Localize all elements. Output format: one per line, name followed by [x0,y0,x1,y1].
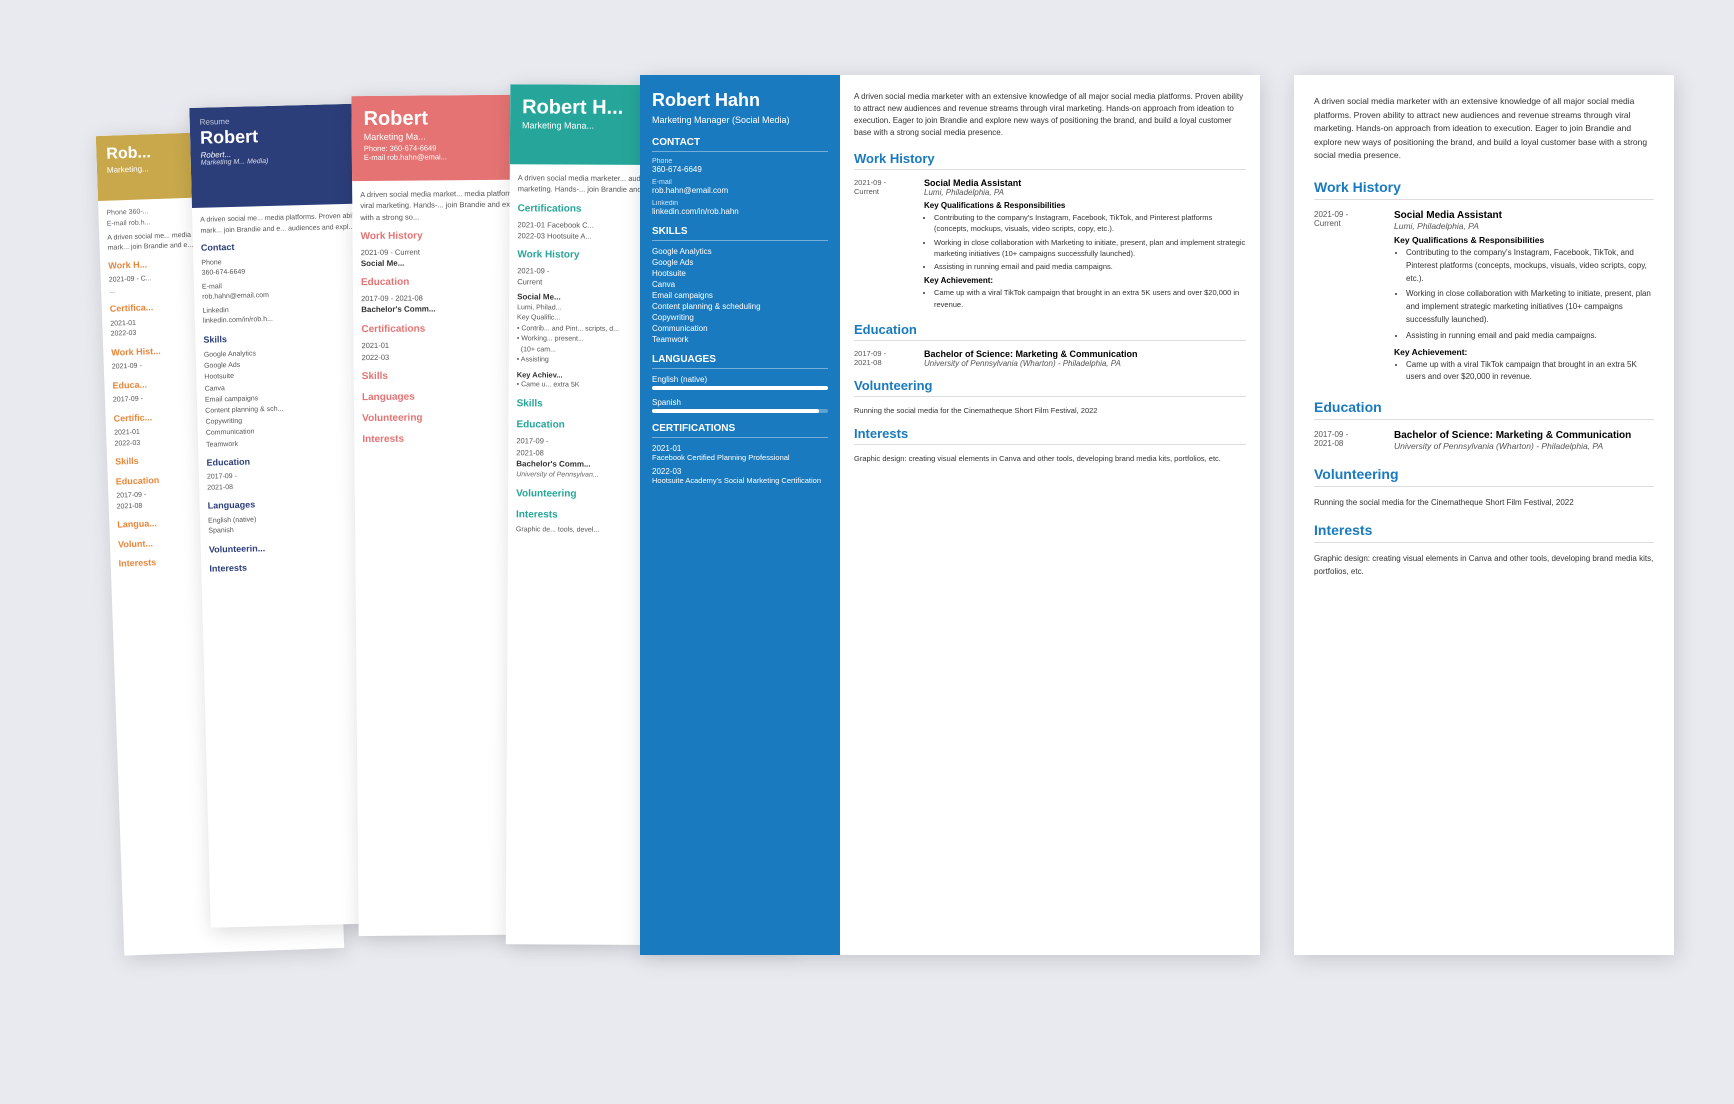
resume-main-content: A driven social media marketer with an e… [840,75,1260,955]
right-achievements: Came up with a viral TikTok campaign tha… [1394,359,1654,385]
responsibilities-list: Contributing to the company's Instagram,… [924,212,1246,272]
language-spanish: Spanish [652,398,828,413]
job-company-1: Lumi, Philadelphia, PA [924,188,1246,197]
right-school: University of Pennsylvania (Wharton) - P… [1394,441,1654,451]
cert-facebook: 2021-01 Facebook Certified Planning Prof… [652,444,828,462]
sidebar-skills-title: Skills [652,226,828,241]
sidebar-linkedin: Linkedin linkedin.com/in/rob.hahn [652,200,828,216]
right-responsibilities: Contributing to the company's Instagram,… [1394,247,1654,343]
sidebar-certifications-title: Certifications [652,423,828,438]
right-workhistory-title: Work History [1314,179,1654,200]
volunteering-description: Running the social media for the Cinemat… [854,405,1246,416]
cert-hootsuite: 2022-03 Hootsuite Academy's Social Marke… [652,467,828,485]
workhistory-title: Work History [854,151,1246,170]
sidebar-phone: Phone 360-674-6649 [652,158,828,174]
right-interests-desc: Graphic design: creating visual elements… [1314,553,1654,579]
interests-title: Interests [854,426,1246,445]
resume-sidebar: Robert Hahn Marketing Manager (Social Me… [640,75,840,955]
volunteering-title: Volunteering [854,378,1246,397]
skill-communication: Communication [652,324,828,333]
degree-title: Bachelor of Science: Marketing & Communi… [924,349,1246,359]
right-work-entry: 2021-09 -Current Social Media Assistant … [1314,210,1654,387]
right-summary: A driven social media marketer with an e… [1314,95,1654,163]
right-degree: Bachelor of Science: Marketing & Communi… [1394,430,1654,441]
skill-teamwork: Teamwork [652,335,828,344]
achievements-list: Came up with a viral TikTok campaign tha… [924,287,1246,310]
right-company: Lumi, Philadelphia, PA [1394,221,1654,231]
education-title: Education [854,322,1246,341]
right-content-panel: A driven social media marketer with an e… [1294,75,1674,955]
interests-description: Graphic design: creating visual elements… [854,453,1246,464]
right-education-title: Education [1314,399,1654,420]
sidebar-title: Marketing Manager (Social Media) [652,115,828,125]
right-volunteering-desc: Running the social media for the Cinemat… [1314,497,1654,510]
right-job-title: Social Media Assistant [1394,210,1654,221]
skill-google-ads: Google Ads [652,258,828,267]
work-entry-1: 2021-09 -Current Social Media Assistant … [854,178,1246,312]
skill-email-campaigns: Email campaigns [652,291,828,300]
sidebar-contact-title: Contact [652,137,828,152]
right-kq: Key Qualifications & Responsibilities [1394,235,1654,245]
skill-content-planning: Content planning & scheduling [652,302,828,311]
sidebar-languages-title: Languages [652,354,828,369]
kq-title: Key Qualifications & Responsibilities [924,201,1246,210]
skill-google-analytics: Google Analytics [652,247,828,256]
resume-summary: A driven social media marketer with an e… [854,91,1246,139]
skill-hootsuite: Hootsuite [652,269,828,278]
right-volunteering-title: Volunteering [1314,466,1654,487]
right-education-entry: 2017-09 -2021-08 Bachelor of Science: Ma… [1314,430,1654,454]
resume-card-5: Robert Hahn Marketing Manager (Social Me… [640,75,1260,955]
sidebar-email: E-mail rob.hahn@email.com [652,179,828,195]
skill-canva: Canva [652,280,828,289]
right-achievement-head: Key Achievement: [1394,347,1654,357]
skill-copywriting: Copywriting [652,313,828,322]
resume-stack: Rob... Marketing... Phone 360-... E-mail… [0,0,1734,1104]
school-name: University of Pennsylvania (Wharton) - P… [924,359,1246,368]
achievement-title: Key Achievement: [924,276,1246,285]
job-title-1: Social Media Assistant [924,178,1246,188]
language-english: English (native) [652,375,828,390]
education-entry-1: 2017-09 -2021-08 Bachelor of Science: Ma… [854,349,1246,368]
sidebar-name: Robert Hahn [652,91,828,111]
right-interests-title: Interests [1314,522,1654,543]
sidebar-name-block: Robert Hahn Marketing Manager (Social Me… [652,91,828,125]
